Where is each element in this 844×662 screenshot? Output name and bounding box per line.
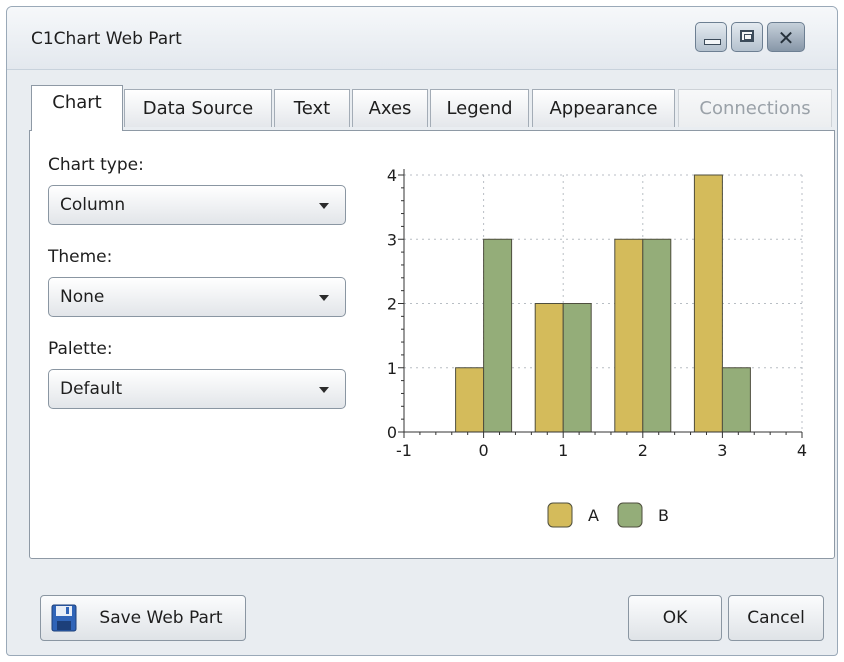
close-button[interactable]: ✕ <box>767 22 805 52</box>
title-bar[interactable]: C1Chart Web Part ✕ <box>7 7 837 70</box>
cancel-label: Cancel <box>747 608 805 628</box>
legend-label-a: A <box>588 506 599 525</box>
tab-axes[interactable]: Axes <box>352 89 428 127</box>
y-tick-label: 1 <box>387 359 397 378</box>
chevron-down-icon <box>319 203 329 209</box>
ok-button[interactable]: OK <box>628 595 722 641</box>
minimize-icon <box>704 39 721 45</box>
ok-label: OK <box>662 608 688 628</box>
bar-b-2 <box>642 238 672 433</box>
bar-a-0 <box>455 367 485 433</box>
palette-select[interactable]: Default <box>48 369 346 409</box>
bar-b-0 <box>483 238 513 433</box>
chart-type-label: Chart type: <box>48 155 144 175</box>
tab-connections: Connections <box>678 89 832 127</box>
tab-data-source[interactable]: Data Source <box>124 89 272 127</box>
tab-appearance[interactable]: Appearance <box>532 89 675 127</box>
close-icon: ✕ <box>777 26 795 50</box>
theme-value: None <box>60 287 105 307</box>
bar-a-3 <box>693 174 723 433</box>
bar-a-2 <box>614 238 644 433</box>
chart-tab-panel: Chart type: Column Theme: None Palette: … <box>29 130 835 559</box>
y-tick-label: 0 <box>387 423 397 442</box>
legend-swatch-b <box>617 502 643 528</box>
tab-control: Chart Data Source Text Axes Legend Appea… <box>27 73 837 561</box>
dialog-window: C1Chart Web Part ✕ Chart Data Source Tex… <box>6 6 838 656</box>
floppy-disk-icon <box>51 604 77 632</box>
window-title: C1Chart Web Part <box>31 29 182 49</box>
x-tick-label: 1 <box>558 441 568 460</box>
bar-b-3 <box>721 367 751 433</box>
palette-value: Default <box>60 379 123 399</box>
tab-legend[interactable]: Legend <box>430 89 529 127</box>
theme-select[interactable]: None <box>48 277 346 317</box>
legend-label-b: B <box>658 506 669 525</box>
save-web-part-label: Save Web Part <box>99 608 223 628</box>
cancel-button[interactable]: Cancel <box>728 595 824 641</box>
chevron-down-icon <box>319 387 329 393</box>
y-tick-label: 3 <box>387 230 397 249</box>
chart-type-value: Column <box>60 195 126 215</box>
chart-preview: 01234-1 0 1 2 3 4A B <box>387 166 807 528</box>
x-tick-label: 0 <box>479 441 489 460</box>
theme-label: Theme: <box>48 247 113 267</box>
tab-text[interactable]: Text <box>274 89 350 127</box>
x-tick-label: 4 <box>797 441 807 460</box>
legend-swatch-a <box>547 502 573 528</box>
x-tick-label: -1 <box>396 441 412 460</box>
palette-label: Palette: <box>48 339 113 359</box>
y-tick-label: 4 <box>387 166 397 185</box>
chart-type-select[interactable]: Column <box>48 185 346 225</box>
y-tick-label: 2 <box>387 295 397 314</box>
maximize-button[interactable] <box>731 22 763 52</box>
bar-b-1 <box>562 303 592 433</box>
minimize-button[interactable] <box>695 22 727 52</box>
save-web-part-button[interactable]: Save Web Part <box>40 595 246 641</box>
tab-chart[interactable]: Chart <box>31 85 123 131</box>
x-tick-label: 3 <box>717 441 727 460</box>
maximize-icon <box>740 30 754 42</box>
x-tick-label: 2 <box>638 441 648 460</box>
bar-a-1 <box>534 303 564 433</box>
chevron-down-icon <box>319 295 329 301</box>
